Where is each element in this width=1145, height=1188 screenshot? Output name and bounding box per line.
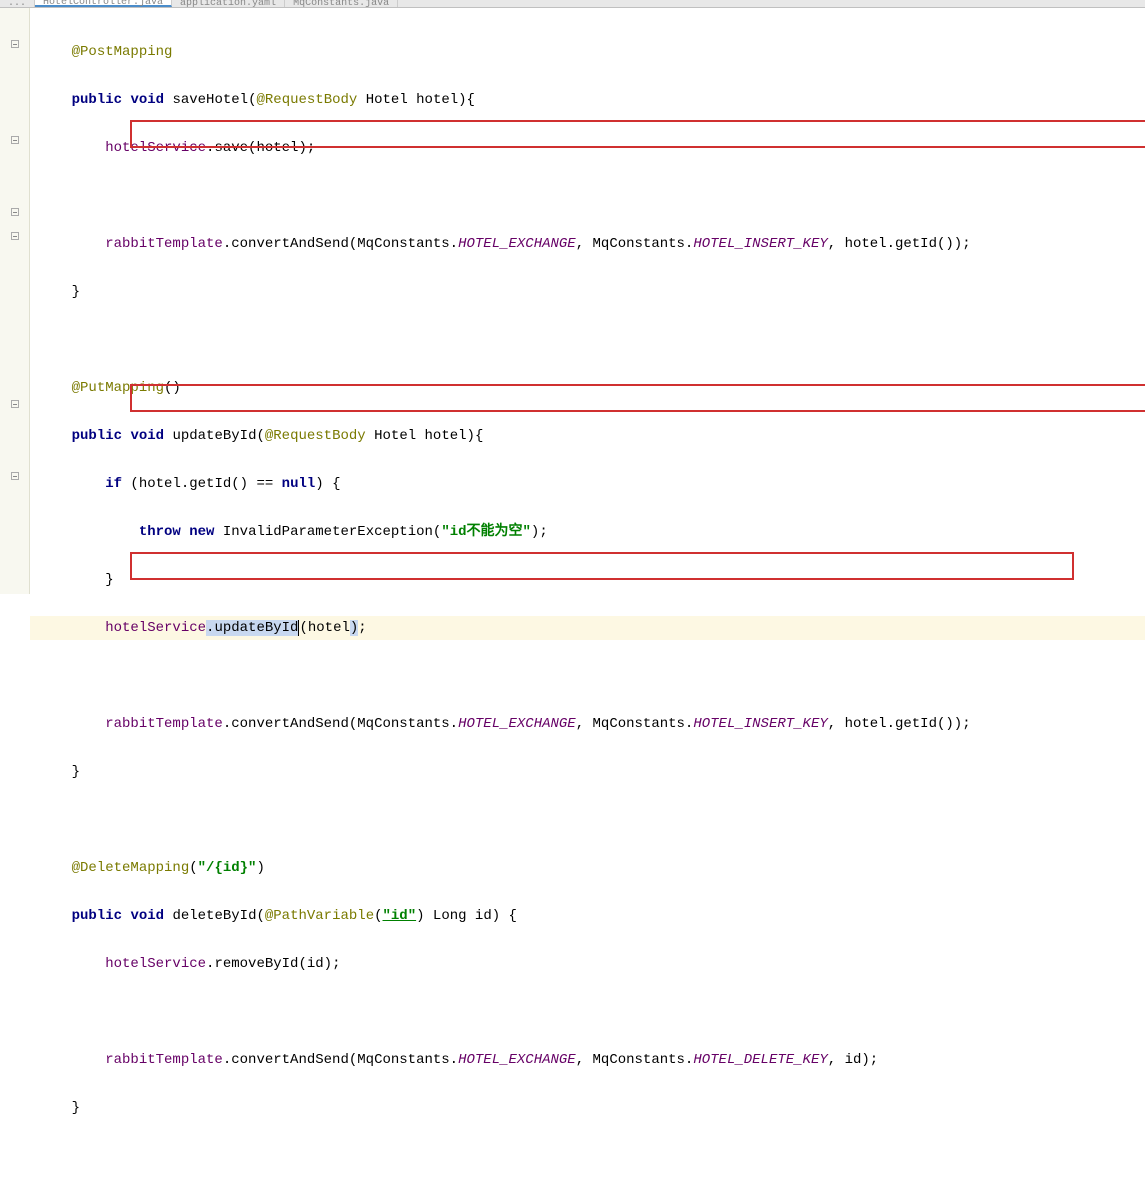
tab-1[interactable]: HotelController.java	[35, 0, 172, 7]
field-ref: hotelService	[105, 956, 206, 972]
field-ref: rabbitTemplate	[105, 1052, 223, 1068]
code-text: (	[374, 908, 382, 924]
code-text: , id);	[828, 1052, 878, 1068]
keyword-throw: throw	[139, 524, 181, 540]
code-text: InvalidParameterException(	[214, 524, 441, 540]
editor-area: @PostMapping public void saveHotel(@Requ…	[0, 8, 1145, 594]
field-ref: hotelService	[105, 620, 206, 636]
method-call: .convertAndSend(MqConstants.	[223, 236, 458, 252]
fold-icon[interactable]	[0, 200, 29, 224]
param-type: Hotel	[374, 428, 416, 444]
keyword-if: if	[105, 476, 122, 492]
code-text: (	[189, 860, 197, 876]
field-ref: hotelService	[105, 140, 206, 156]
method-call: .removeById(id);	[206, 956, 340, 972]
code-text: )	[416, 908, 424, 924]
method-name: updateById	[172, 428, 256, 444]
gutter	[0, 8, 30, 594]
brace: }	[105, 572, 113, 588]
constant: HOTEL_DELETE_KEY	[693, 1052, 827, 1068]
code-text: (	[299, 620, 307, 636]
fold-icon[interactable]	[0, 464, 29, 488]
keyword-new: new	[189, 524, 214, 540]
fold-icon[interactable]	[0, 224, 29, 248]
param-name: id	[467, 908, 492, 924]
code-text: , MqConstants.	[576, 1052, 694, 1068]
string-literal: "/{id}"	[198, 860, 257, 876]
code-text: );	[531, 524, 548, 540]
code-text: , hotel.getId());	[828, 716, 971, 732]
annotation-put: @PutMapping	[72, 380, 164, 396]
fold-icon[interactable]	[0, 32, 29, 56]
annotation-requestbody: @RequestBody	[256, 92, 357, 108]
keyword-void: void	[130, 428, 164, 444]
constant: HOTEL_EXCHANGE	[458, 1052, 576, 1068]
keyword-public: public	[72, 92, 122, 108]
method-call: .convertAndSend(MqConstants.	[223, 1052, 458, 1068]
keyword-public: public	[72, 908, 122, 924]
code-content[interactable]: @PostMapping public void saveHotel(@Requ…	[30, 8, 1145, 594]
code-text: , MqConstants.	[576, 716, 694, 732]
code-text: ()	[164, 380, 181, 396]
param-type: Long	[425, 908, 467, 924]
method-call: .convertAndSend(MqConstants.	[223, 716, 458, 732]
keyword-public: public	[72, 428, 122, 444]
tab-0[interactable]: ...	[0, 0, 35, 7]
editor-tabs: ... HotelController.java application.yam…	[0, 0, 1145, 8]
method-name: deleteById	[172, 908, 256, 924]
param-name: hotel	[425, 428, 467, 444]
field-ref: rabbitTemplate	[105, 236, 223, 252]
code-text: ) {	[315, 476, 340, 492]
fold-icon[interactable]	[0, 128, 29, 152]
field-ref: rabbitTemplate	[105, 716, 223, 732]
code-text: )	[256, 860, 264, 876]
annotation-delete: @DeleteMapping	[72, 860, 190, 876]
annotation-post: @PostMapping	[72, 44, 173, 60]
constant: HOTEL_EXCHANGE	[458, 716, 576, 732]
constant: HOTEL_INSERT_KEY	[693, 236, 827, 252]
keyword-null: null	[282, 476, 316, 492]
method-call: .save(hotel);	[206, 140, 315, 156]
constant: HOTEL_EXCHANGE	[458, 236, 576, 252]
tab-2[interactable]: application.yaml	[172, 0, 285, 7]
string-literal: "id"	[383, 908, 417, 924]
tab-3[interactable]: MqConstants.java	[285, 0, 398, 7]
code-text: (hotel.getId() ==	[122, 476, 282, 492]
annotation-requestbody: @RequestBody	[265, 428, 366, 444]
method-name: saveHotel	[172, 92, 248, 108]
code-text: hotel	[308, 620, 350, 636]
param-name: hotel	[416, 92, 458, 108]
code-text: )	[350, 620, 358, 636]
keyword-void: void	[130, 92, 164, 108]
keyword-void: void	[130, 908, 164, 924]
string-literal: "id不能为空"	[441, 524, 531, 540]
code-text: ;	[358, 620, 366, 636]
code-text: , hotel.getId());	[828, 236, 971, 252]
code-text: , MqConstants.	[576, 236, 694, 252]
fold-icon[interactable]	[0, 392, 29, 416]
annotation-pathvar: @PathVariable	[265, 908, 374, 924]
param-type: Hotel	[366, 92, 408, 108]
selection: .updateById	[206, 620, 298, 636]
constant: HOTEL_INSERT_KEY	[693, 716, 827, 732]
